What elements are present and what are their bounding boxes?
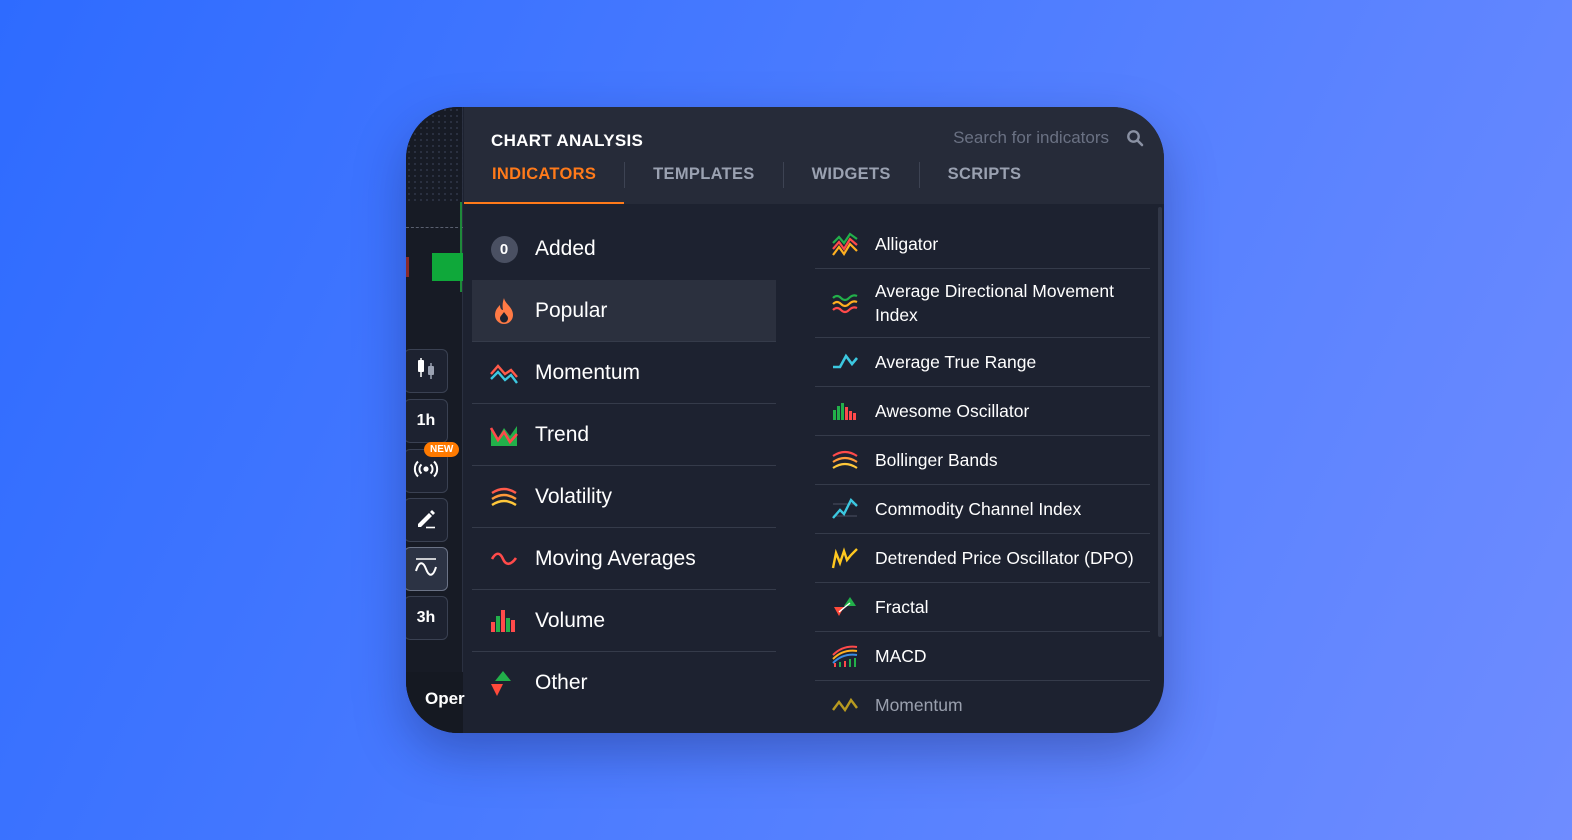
indicator-bollinger-bands[interactable]: Bollinger Bands <box>815 436 1150 485</box>
indicators-button[interactable] <box>406 547 448 591</box>
fire-icon <box>489 296 519 326</box>
category-label: Momentum <box>535 360 641 384</box>
fractal-icon <box>831 593 859 621</box>
search-input[interactable]: Search for indicators <box>953 128 1109 148</box>
indicator-awesome-oscillator[interactable]: Awesome Oscillator <box>815 387 1150 436</box>
indicator-wave-icon <box>413 555 439 584</box>
price-line <box>406 227 463 228</box>
category-momentum[interactable]: Momentum <box>472 342 776 404</box>
trend-icon <box>489 420 519 450</box>
indicator-label: Awesome Oscillator <box>875 401 1030 421</box>
indicator-label: Commodity Channel Index <box>875 499 1082 519</box>
panel-header: CHART ANALYSIS Search for indicators IND… <box>464 107 1164 204</box>
new-badge: NEW <box>424 442 460 457</box>
indicator-dpo[interactable]: Detrended Price Oscillator (DPO) <box>815 534 1150 583</box>
category-volatility[interactable]: Volatility <box>472 466 776 528</box>
momentum-icon <box>489 358 519 388</box>
tab-bar: INDICATORS TEMPLATES WIDGETS SCRIPTS <box>464 159 1049 204</box>
category-added[interactable]: 0 Added <box>472 218 776 280</box>
category-label: Trend <box>535 422 590 446</box>
category-popular[interactable]: Popular <box>472 280 776 342</box>
category-other[interactable]: Other <box>472 652 776 714</box>
adx-icon <box>831 289 859 317</box>
indicator-momentum[interactable]: Momentum <box>815 681 1150 729</box>
cci-icon <box>831 495 859 523</box>
search-icon[interactable] <box>1126 129 1144 152</box>
momentum-indicator-icon <box>831 691 859 719</box>
footer-label: Oper <box>425 689 465 708</box>
indicator-label: Detrended Price Oscillator (DPO) <box>875 548 1134 568</box>
tab-indicators[interactable]: INDICATORS <box>464 159 625 204</box>
indicator-label: MACD <box>875 646 927 666</box>
awesome-oscillator-icon <box>831 397 859 425</box>
alligator-icon <box>831 230 859 258</box>
indicator-atr[interactable]: Average True Range <box>815 338 1150 387</box>
indicator-macd[interactable]: MACD <box>815 632 1150 681</box>
indicator-label: Average Directional Movement Index <box>875 281 1114 325</box>
chart-analysis-panel: 1h NEW 3h Oper CHART ANALYSIS Search for… <box>406 107 1164 733</box>
category-label: Popular <box>535 298 608 322</box>
atr-icon <box>831 348 859 376</box>
volatility-icon <box>489 482 519 512</box>
indicator-label: Average True Range <box>875 352 1037 372</box>
category-label: Volatility <box>535 484 613 508</box>
chart-candle-green <box>432 253 463 281</box>
timeframe-button[interactable]: 1h <box>406 399 448 443</box>
bollinger-icon <box>831 446 859 474</box>
broadcast-icon <box>413 459 439 484</box>
indicator-label: Bollinger Bands <box>875 450 998 470</box>
chart-toolbar: 1h NEW 3h Oper <box>406 107 465 733</box>
indicator-list: Alligator Average Directional Movement I… <box>815 220 1150 729</box>
category-label: Moving Averages <box>535 546 696 570</box>
grid-pattern <box>406 107 463 203</box>
indicator-cci[interactable]: Commodity Channel Index <box>815 485 1150 534</box>
chart-candle-red <box>406 257 409 277</box>
indicator-fractal[interactable]: Fractal <box>815 583 1150 632</box>
timeframe-button-2[interactable]: 3h <box>406 596 448 640</box>
category-list: 0 Added Popular Momentum Trend Volatilit… <box>472 218 776 714</box>
moving-average-icon <box>489 544 519 574</box>
candles-icon <box>414 357 438 386</box>
category-trend[interactable]: Trend <box>472 404 776 466</box>
category-label: Volume <box>535 608 606 632</box>
category-label: Other <box>535 671 588 694</box>
pencil-icon <box>415 507 437 534</box>
indicator-label: Fractal <box>875 597 929 617</box>
indicator-alligator[interactable]: Alligator <box>815 220 1150 269</box>
tab-scripts[interactable]: SCRIPTS <box>920 159 1050 204</box>
tab-widgets[interactable]: WIDGETS <box>784 159 919 204</box>
macd-icon <box>831 642 859 670</box>
dpo-icon <box>831 544 859 572</box>
panel-title: CHART ANALYSIS <box>491 131 644 150</box>
chart-type-button[interactable] <box>406 349 448 393</box>
tab-templates[interactable]: TEMPLATES <box>625 159 782 204</box>
category-volume[interactable]: Volume <box>472 590 776 652</box>
category-moving-averages[interactable]: Moving Averages <box>472 528 776 590</box>
added-count-badge: 0 <box>490 235 518 263</box>
indicator-label: Momentum <box>875 695 963 715</box>
volume-icon <box>489 606 519 636</box>
drawing-tools-button[interactable] <box>406 498 448 542</box>
indicator-adx[interactable]: Average Directional Movement Index <box>815 269 1150 338</box>
category-label: Added <box>535 237 596 260</box>
scrollbar[interactable] <box>1158 207 1162 637</box>
other-arrows-icon <box>489 668 519 698</box>
indicator-label: Alligator <box>875 234 939 254</box>
